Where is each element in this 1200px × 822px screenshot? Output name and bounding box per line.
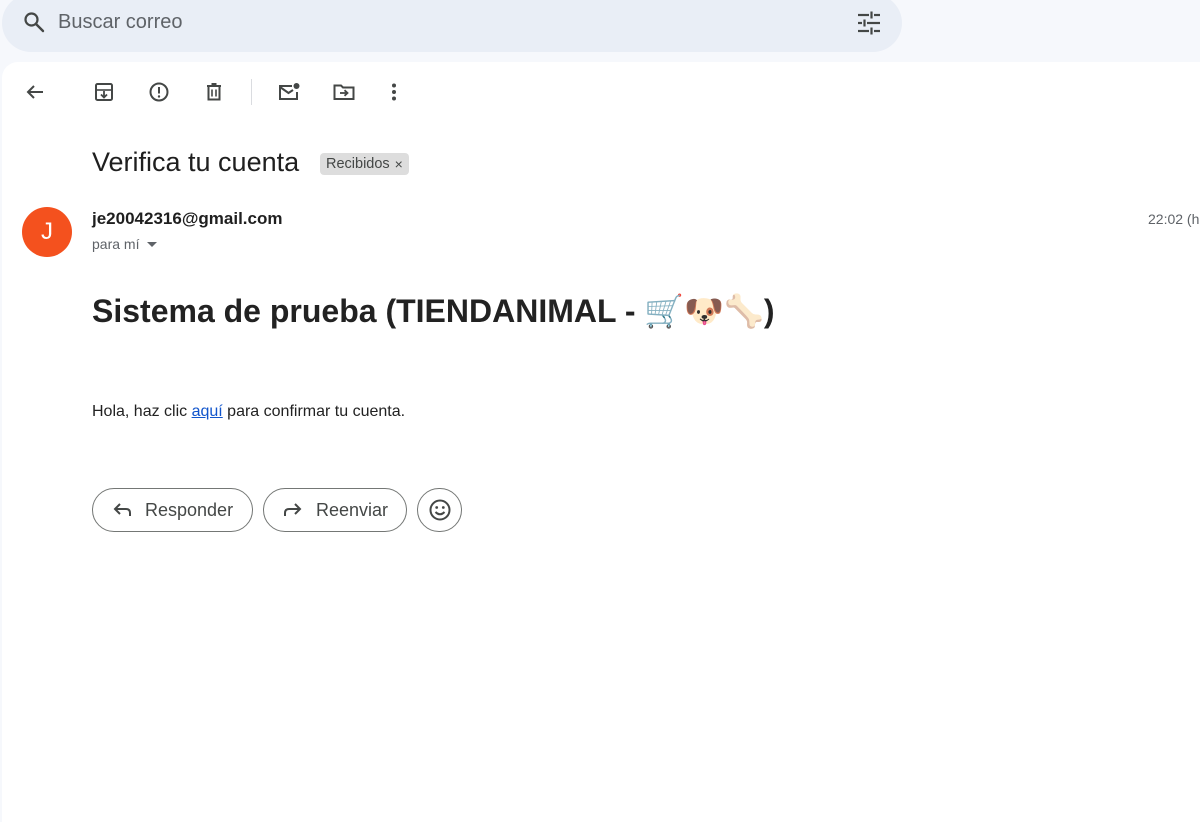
back-button[interactable]: [18, 75, 52, 109]
email-body-heading: Sistema de prueba (TIENDANIMAL - 🛒🐶🦴): [92, 292, 775, 330]
more-vert-icon: [392, 83, 396, 101]
heading-text: Sistema de prueba (TIENDANIMAL -: [92, 293, 645, 329]
delete-icon: [207, 83, 221, 101]
message-time: 22:02 (h: [1148, 211, 1200, 227]
body-text-before: Hola, haz clic: [92, 403, 192, 420]
toolbar-divider: [251, 79, 252, 105]
reply-label: Responder: [145, 499, 234, 520]
forward-button[interactable]: Reenviar: [263, 488, 407, 532]
sender-email[interactable]: je20042316@gmail.com: [92, 209, 282, 229]
body-text-after: para confirmar tu cuenta.: [222, 403, 406, 420]
search-bar: [2, 0, 902, 52]
report-spam-icon: [149, 82, 169, 102]
heading-close: ): [763, 293, 775, 329]
move-to-button[interactable]: [327, 75, 361, 109]
search-input[interactable]: [58, 8, 818, 36]
forward-label: Reenviar: [316, 499, 389, 520]
label-chip-text: Recibidos: [326, 156, 390, 172]
report-spam-button[interactable]: [142, 75, 176, 109]
tune-icon[interactable]: [856, 10, 882, 36]
more-options-button[interactable]: [377, 75, 411, 109]
back-arrow-icon: [26, 85, 43, 99]
confirm-link[interactable]: aquí: [192, 403, 223, 420]
delete-button[interactable]: [197, 75, 231, 109]
move-to-icon: [333, 84, 355, 100]
search-icon[interactable]: [22, 10, 46, 34]
reply-icon: [113, 503, 131, 516]
label-chip-inbox[interactable]: Recibidos ×: [320, 153, 409, 175]
archive-button[interactable]: [87, 75, 121, 109]
email-body-text: Hola, haz clic aquí para confirmar tu cu…: [92, 403, 405, 421]
reply-button[interactable]: Responder: [92, 488, 253, 532]
mark-unread-icon: [279, 83, 300, 100]
mark-unread-button[interactable]: [272, 75, 306, 109]
heading-emojis: 🛒🐶🦴: [644, 292, 764, 330]
chevron-down-icon: [147, 241, 158, 247]
emoji-reaction-button[interactable]: [417, 488, 462, 532]
smiley-icon: [429, 499, 450, 521]
sender-avatar[interactable]: J: [22, 207, 72, 257]
recipient-details-toggle[interactable]: para mí: [92, 236, 158, 252]
recipient-label: para mí: [92, 236, 140, 252]
message-pane: Verifica tu cuenta Recibidos × J je20042…: [2, 62, 1200, 822]
archive-icon: [95, 83, 113, 101]
remove-label-button[interactable]: ×: [395, 156, 403, 172]
email-subject: Verifica tu cuenta: [92, 147, 300, 177]
forward-icon: [284, 503, 302, 516]
